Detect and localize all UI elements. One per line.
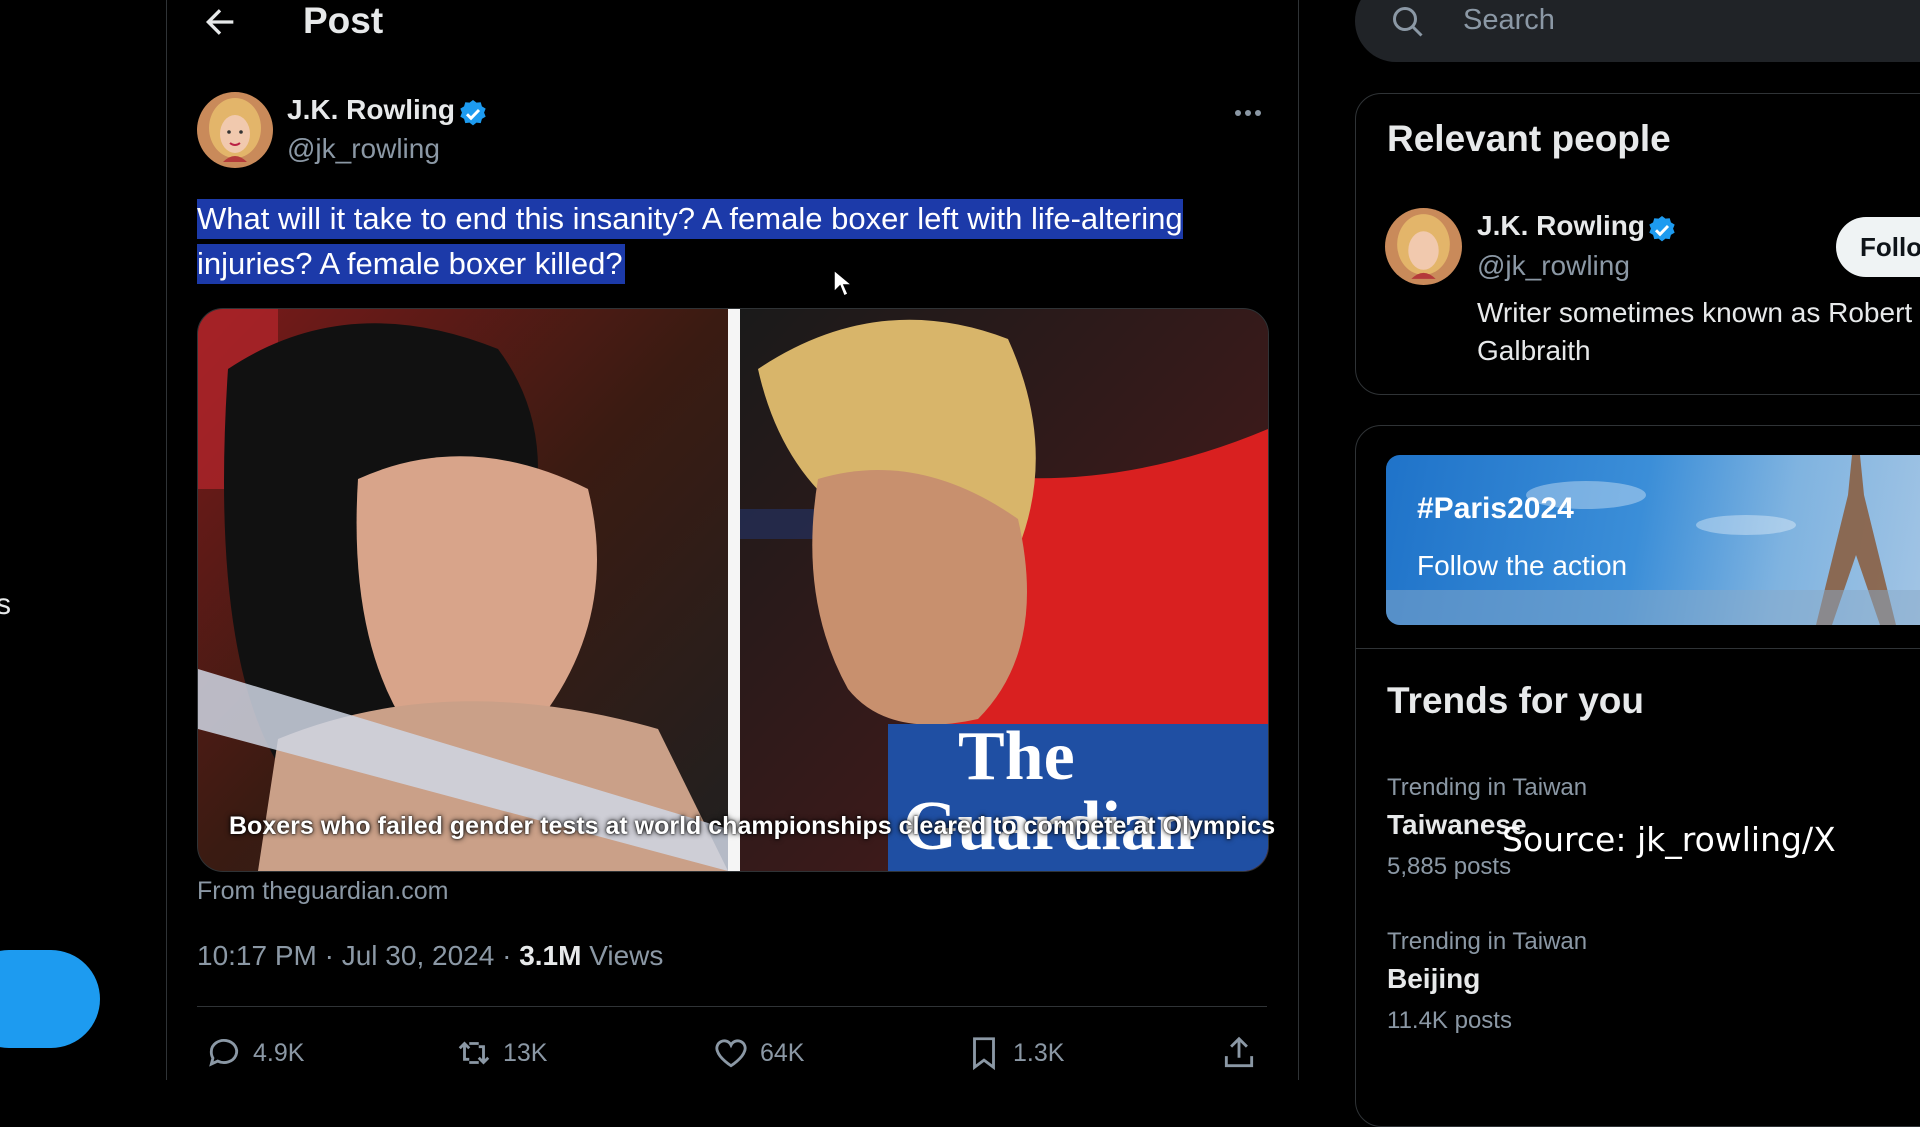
banner-subtitle: Follow the action bbox=[1417, 550, 1628, 581]
views-label: Views bbox=[581, 940, 664, 971]
follow-button[interactable]: Follow bbox=[1836, 217, 1920, 277]
repost-icon bbox=[458, 1041, 490, 1065]
relevant-people-title: Relevant people bbox=[1387, 118, 1671, 159]
back-arrow-icon[interactable] bbox=[200, 2, 240, 42]
bookmark-count: 1.3K bbox=[1013, 1038, 1065, 1067]
trend-name[interactable]: Beijing bbox=[1387, 963, 1480, 995]
views-count: 3.1M bbox=[519, 940, 582, 971]
bookmark-button[interactable]: 1.3K bbox=[965, 1034, 1064, 1072]
repost-count: 13K bbox=[503, 1038, 548, 1067]
eiffel-tower-illustration bbox=[1386, 455, 1920, 625]
more-options-icon[interactable] bbox=[1232, 98, 1264, 128]
tweet-text-selection: What will it take to end this insanity? … bbox=[197, 199, 1183, 284]
trend-meta: Trending in Taiwan bbox=[1387, 928, 1588, 955]
verified-badge-icon bbox=[460, 100, 486, 126]
trends-title: Trends for you bbox=[1387, 680, 1644, 721]
media-photo: The Guardian bbox=[198, 309, 1268, 871]
like-button[interactable]: 64K bbox=[712, 1034, 804, 1072]
source-watermark: Source: jk_rowling/X bbox=[1502, 820, 1836, 859]
post-time[interactable]: 10:17 PM · Jul 30, 2024 · bbox=[197, 940, 519, 971]
reply-icon bbox=[209, 1038, 239, 1067]
author-avatar[interactable] bbox=[197, 92, 273, 168]
author-name[interactable]: J.K. Rowling bbox=[287, 94, 455, 126]
trend-meta: Trending in Taiwan bbox=[1387, 774, 1588, 801]
media-caption: Boxers who failed gender tests at world … bbox=[229, 812, 1276, 840]
nav-partial-glyph: s bbox=[0, 588, 11, 621]
tweet-text: What will it take to end this insanity? … bbox=[197, 196, 1197, 286]
trend-count: 11.4K posts bbox=[1387, 1007, 1512, 1034]
like-count: 64K bbox=[760, 1038, 805, 1067]
search-box[interactable] bbox=[1355, 0, 1920, 62]
compose-post-button[interactable] bbox=[0, 950, 100, 1048]
heart-icon bbox=[715, 1039, 747, 1068]
person-bio: Writer sometimes known as Robert Galbrai… bbox=[1477, 297, 1913, 366]
share-button[interactable] bbox=[1220, 1034, 1258, 1072]
mouse-cursor-icon bbox=[833, 268, 855, 298]
page-title: Post bbox=[303, 0, 384, 41]
bookmark-icon bbox=[973, 1037, 995, 1071]
person-handle[interactable]: @jk_rowling bbox=[1477, 250, 1630, 282]
search-input[interactable]: Search bbox=[1463, 4, 1555, 37]
search-icon bbox=[1393, 7, 1423, 37]
repost-button[interactable]: 13K bbox=[455, 1034, 547, 1072]
paris2024-banner[interactable] bbox=[1386, 455, 1920, 625]
person-avatar[interactable] bbox=[1385, 208, 1462, 285]
banner-hashtag[interactable]: #Paris2024 bbox=[1417, 492, 1574, 526]
divider bbox=[197, 1006, 1267, 1007]
tweet-media-card[interactable]: The Guardian bbox=[197, 308, 1269, 872]
reply-button[interactable]: 4.9K bbox=[205, 1034, 304, 1072]
author-handle[interactable]: @jk_rowling bbox=[287, 133, 440, 165]
person-name[interactable]: J.K. Rowling bbox=[1477, 210, 1645, 242]
trend-count: 5,885 posts bbox=[1387, 853, 1512, 880]
verified-badge-icon bbox=[1649, 216, 1675, 242]
post-timestamp: 10:17 PM · Jul 30, 2024 · 3.1M Views bbox=[197, 940, 663, 972]
share-icon bbox=[1224, 1036, 1254, 1068]
divider bbox=[1356, 648, 1920, 649]
reply-count: 4.9K bbox=[253, 1038, 305, 1067]
guardian-logo-line1: The bbox=[958, 718, 1075, 795]
source-link[interactable]: From theguardian.com bbox=[197, 877, 449, 906]
